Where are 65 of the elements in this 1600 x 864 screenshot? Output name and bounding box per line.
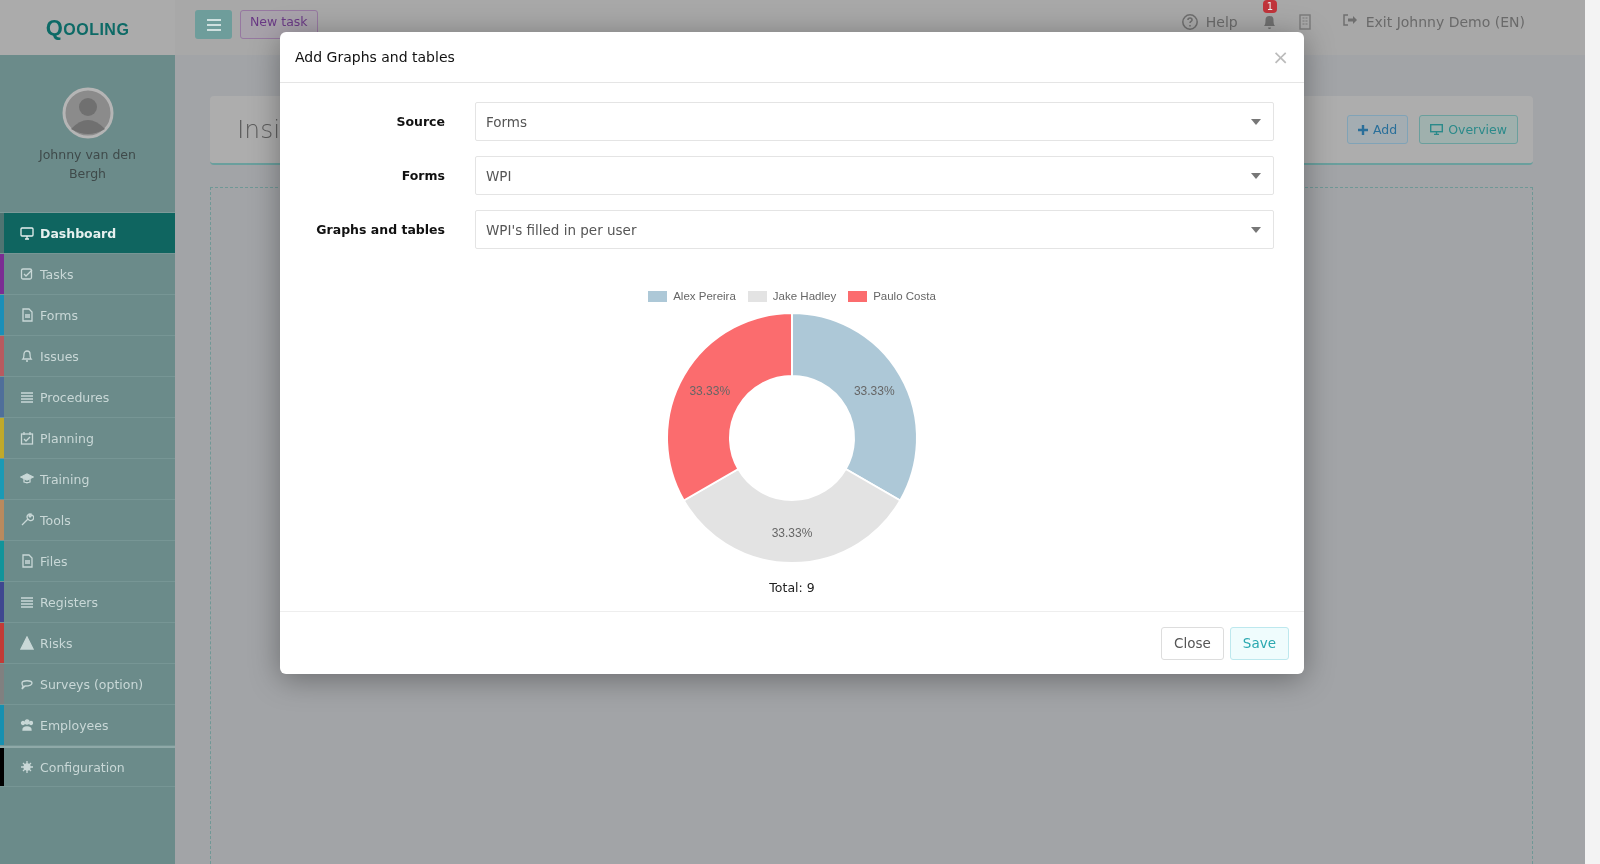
legend-label: Paulo Costa (873, 290, 936, 302)
data-label: 33.33% (853, 383, 895, 398)
page-title: Insi (237, 115, 281, 144)
mortarboard-icon (20, 472, 34, 486)
dropdown-field[interactable]: WPI's filled in per user (475, 210, 1274, 249)
save-button[interactable]: Save (1229, 626, 1289, 660)
notification-badge: 1 (1262, 0, 1278, 13)
help-link[interactable]: Help (1205, 13, 1238, 31)
exit-link[interactable]: Exit Johnny Demo (EN) (1365, 13, 1525, 31)
sidebar-item[interactable]: Registers (0, 582, 175, 623)
data-label: 33.33% (689, 383, 731, 398)
overview-button[interactable]: Overview (1419, 115, 1518, 144)
legend-label: Jake Hadley (772, 290, 837, 302)
legend-label: Alex Pereira (673, 290, 736, 302)
field-label: Graphs and tables (315, 222, 445, 237)
monitor-icon (20, 226, 34, 240)
logo: QOOLING (45, 14, 130, 41)
sidebar-item[interactable]: Surveys (option) (0, 664, 175, 705)
field-label: Source (395, 114, 445, 129)
gear-icon (20, 760, 34, 774)
speech-bubble-icon (20, 677, 34, 691)
sidebar-item[interactable]: Planning (0, 418, 175, 459)
dialog-title: Add Graphs and tables (295, 49, 455, 65)
data-label: 33.33% (771, 526, 813, 540)
sidebar-item[interactable]: Issues (0, 336, 175, 377)
sidebar-item[interactable]: Dashboard (0, 213, 175, 254)
warning-icon (20, 636, 34, 650)
building-icon[interactable] (1298, 14, 1311, 30)
wrench-icon (20, 513, 34, 527)
sidebar-item[interactable]: Files (0, 541, 175, 582)
chart-total: Total: 9 (769, 580, 815, 595)
sidebar-item[interactable]: Training (0, 459, 175, 500)
document-icon (20, 308, 34, 322)
add-button[interactable]: Add (1346, 115, 1409, 144)
caret-icon (1251, 118, 1261, 125)
document-icon (20, 554, 34, 568)
sidebar-item[interactable]: Tools (0, 500, 175, 541)
field-label: Forms (400, 168, 445, 183)
exit-icon (1342, 14, 1358, 26)
caret-icon (1251, 226, 1261, 233)
monitor-icon (1430, 124, 1444, 135)
avatar-icon (61, 87, 114, 139)
sidebar-item[interactable]: Configuration (0, 746, 175, 787)
sidebar-item[interactable]: Forms (0, 295, 175, 336)
checkbox-icon (20, 267, 34, 281)
sidebar-item[interactable]: Tasks (0, 254, 175, 295)
sidebar-item[interactable]: Procedures (0, 377, 175, 418)
list-icon (20, 390, 34, 404)
dropdown-field[interactable]: WPI (475, 156, 1274, 195)
close-button[interactable]: × (1272, 45, 1289, 69)
dropdown-field[interactable]: Forms (475, 102, 1274, 141)
list-icon (20, 595, 34, 609)
bell-icon[interactable] (1261, 14, 1277, 30)
bell-icon (20, 349, 34, 363)
caret-icon (1251, 172, 1261, 179)
help-icon (1181, 14, 1198, 30)
sidebar-item[interactable]: Employees (0, 705, 175, 746)
menu-icon (206, 18, 221, 31)
plus-icon (1357, 124, 1368, 135)
sidebar-item[interactable]: Risks (0, 623, 175, 664)
menu-button[interactable] (195, 10, 232, 39)
people-icon (20, 718, 34, 732)
calendar-icon (20, 431, 34, 445)
close-button[interactable]: Close (1161, 626, 1224, 660)
user-name: Johnny van den Bergh (37, 146, 137, 183)
